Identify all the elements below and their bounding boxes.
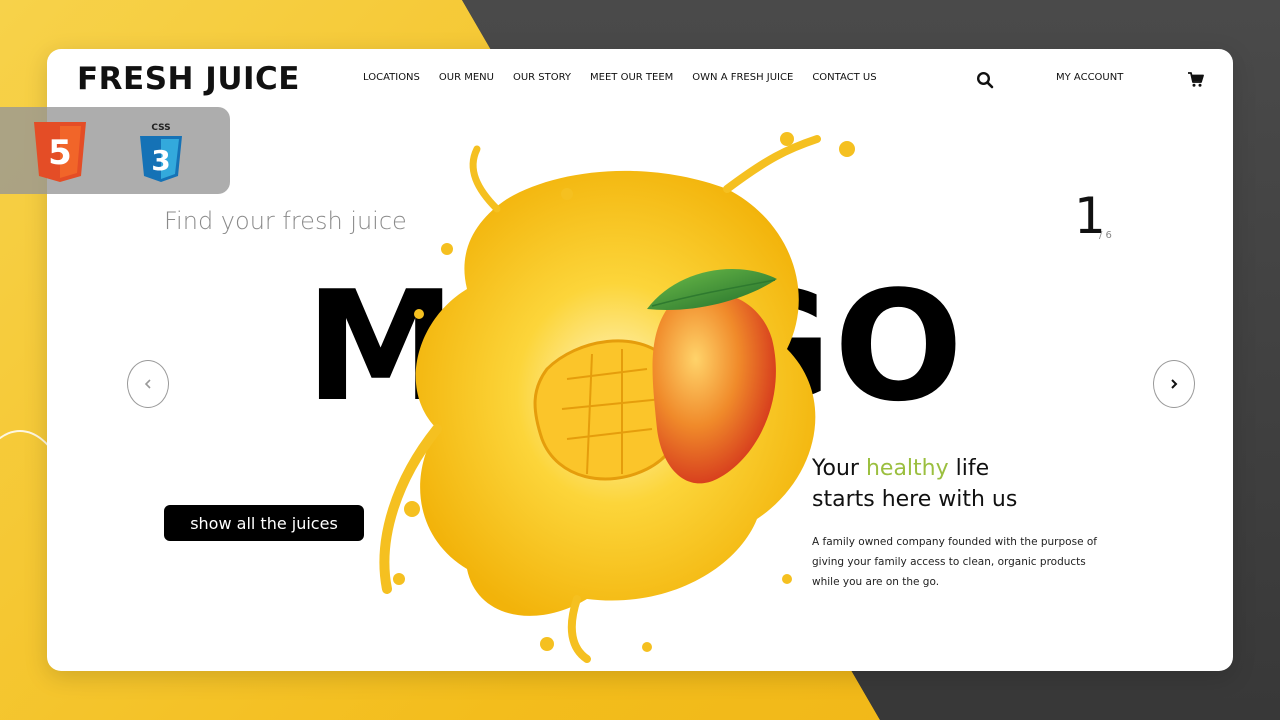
nav-item-locations[interactable]: LOCATIONS (363, 72, 420, 83)
nav-item-meet-our-team[interactable]: MEET OUR TEEM (590, 72, 673, 83)
next-slide-button[interactable] (1153, 360, 1195, 408)
my-account-link[interactable]: MY ACCOUNT (1056, 72, 1123, 83)
css3-label: CSS (151, 123, 170, 133)
show-all-juices-button[interactable]: show all the juices (164, 505, 364, 541)
chevron-right-icon (1171, 379, 1178, 389)
nav-item-our-menu[interactable]: OUR MENU (439, 72, 494, 83)
headline-part1: Your (812, 456, 866, 481)
headline-part2: life (948, 456, 990, 481)
html5-icon: 5 (34, 122, 86, 182)
nav-item-our-story[interactable]: OUR STORY (513, 72, 571, 83)
prev-slide-button[interactable] (127, 360, 169, 408)
slide-total-count: / 6 (1099, 230, 1112, 241)
html5-digit: 5 (48, 133, 72, 173)
search-icon[interactable] (976, 71, 994, 89)
nav-item-contact-us[interactable]: CONTACT US (812, 72, 876, 83)
headline-line2: starts here with us (812, 487, 1018, 512)
cart-icon[interactable] (1187, 71, 1204, 88)
hero-description: A family owned company founded with the … (812, 536, 1097, 588)
brand-logo[interactable]: FRESH JUICE (77, 61, 300, 97)
hero-headline: Your healthy life starts here with us (812, 453, 1017, 515)
css3-digit: 3 (151, 144, 170, 177)
chevron-left-icon (144, 379, 151, 389)
css3-icon: CSS 3 (140, 123, 182, 182)
tech-badge: 5 CSS 3 (0, 107, 230, 194)
nav-item-own-a-fresh-juice[interactable]: OWN A FRESH JUICE (692, 72, 793, 83)
headline-accent: healthy (865, 456, 949, 481)
mango-splash-image (379, 132, 855, 663)
main-nav: LOCATIONS OUR MENU OUR STORY MEET OUR TE… (363, 72, 877, 83)
